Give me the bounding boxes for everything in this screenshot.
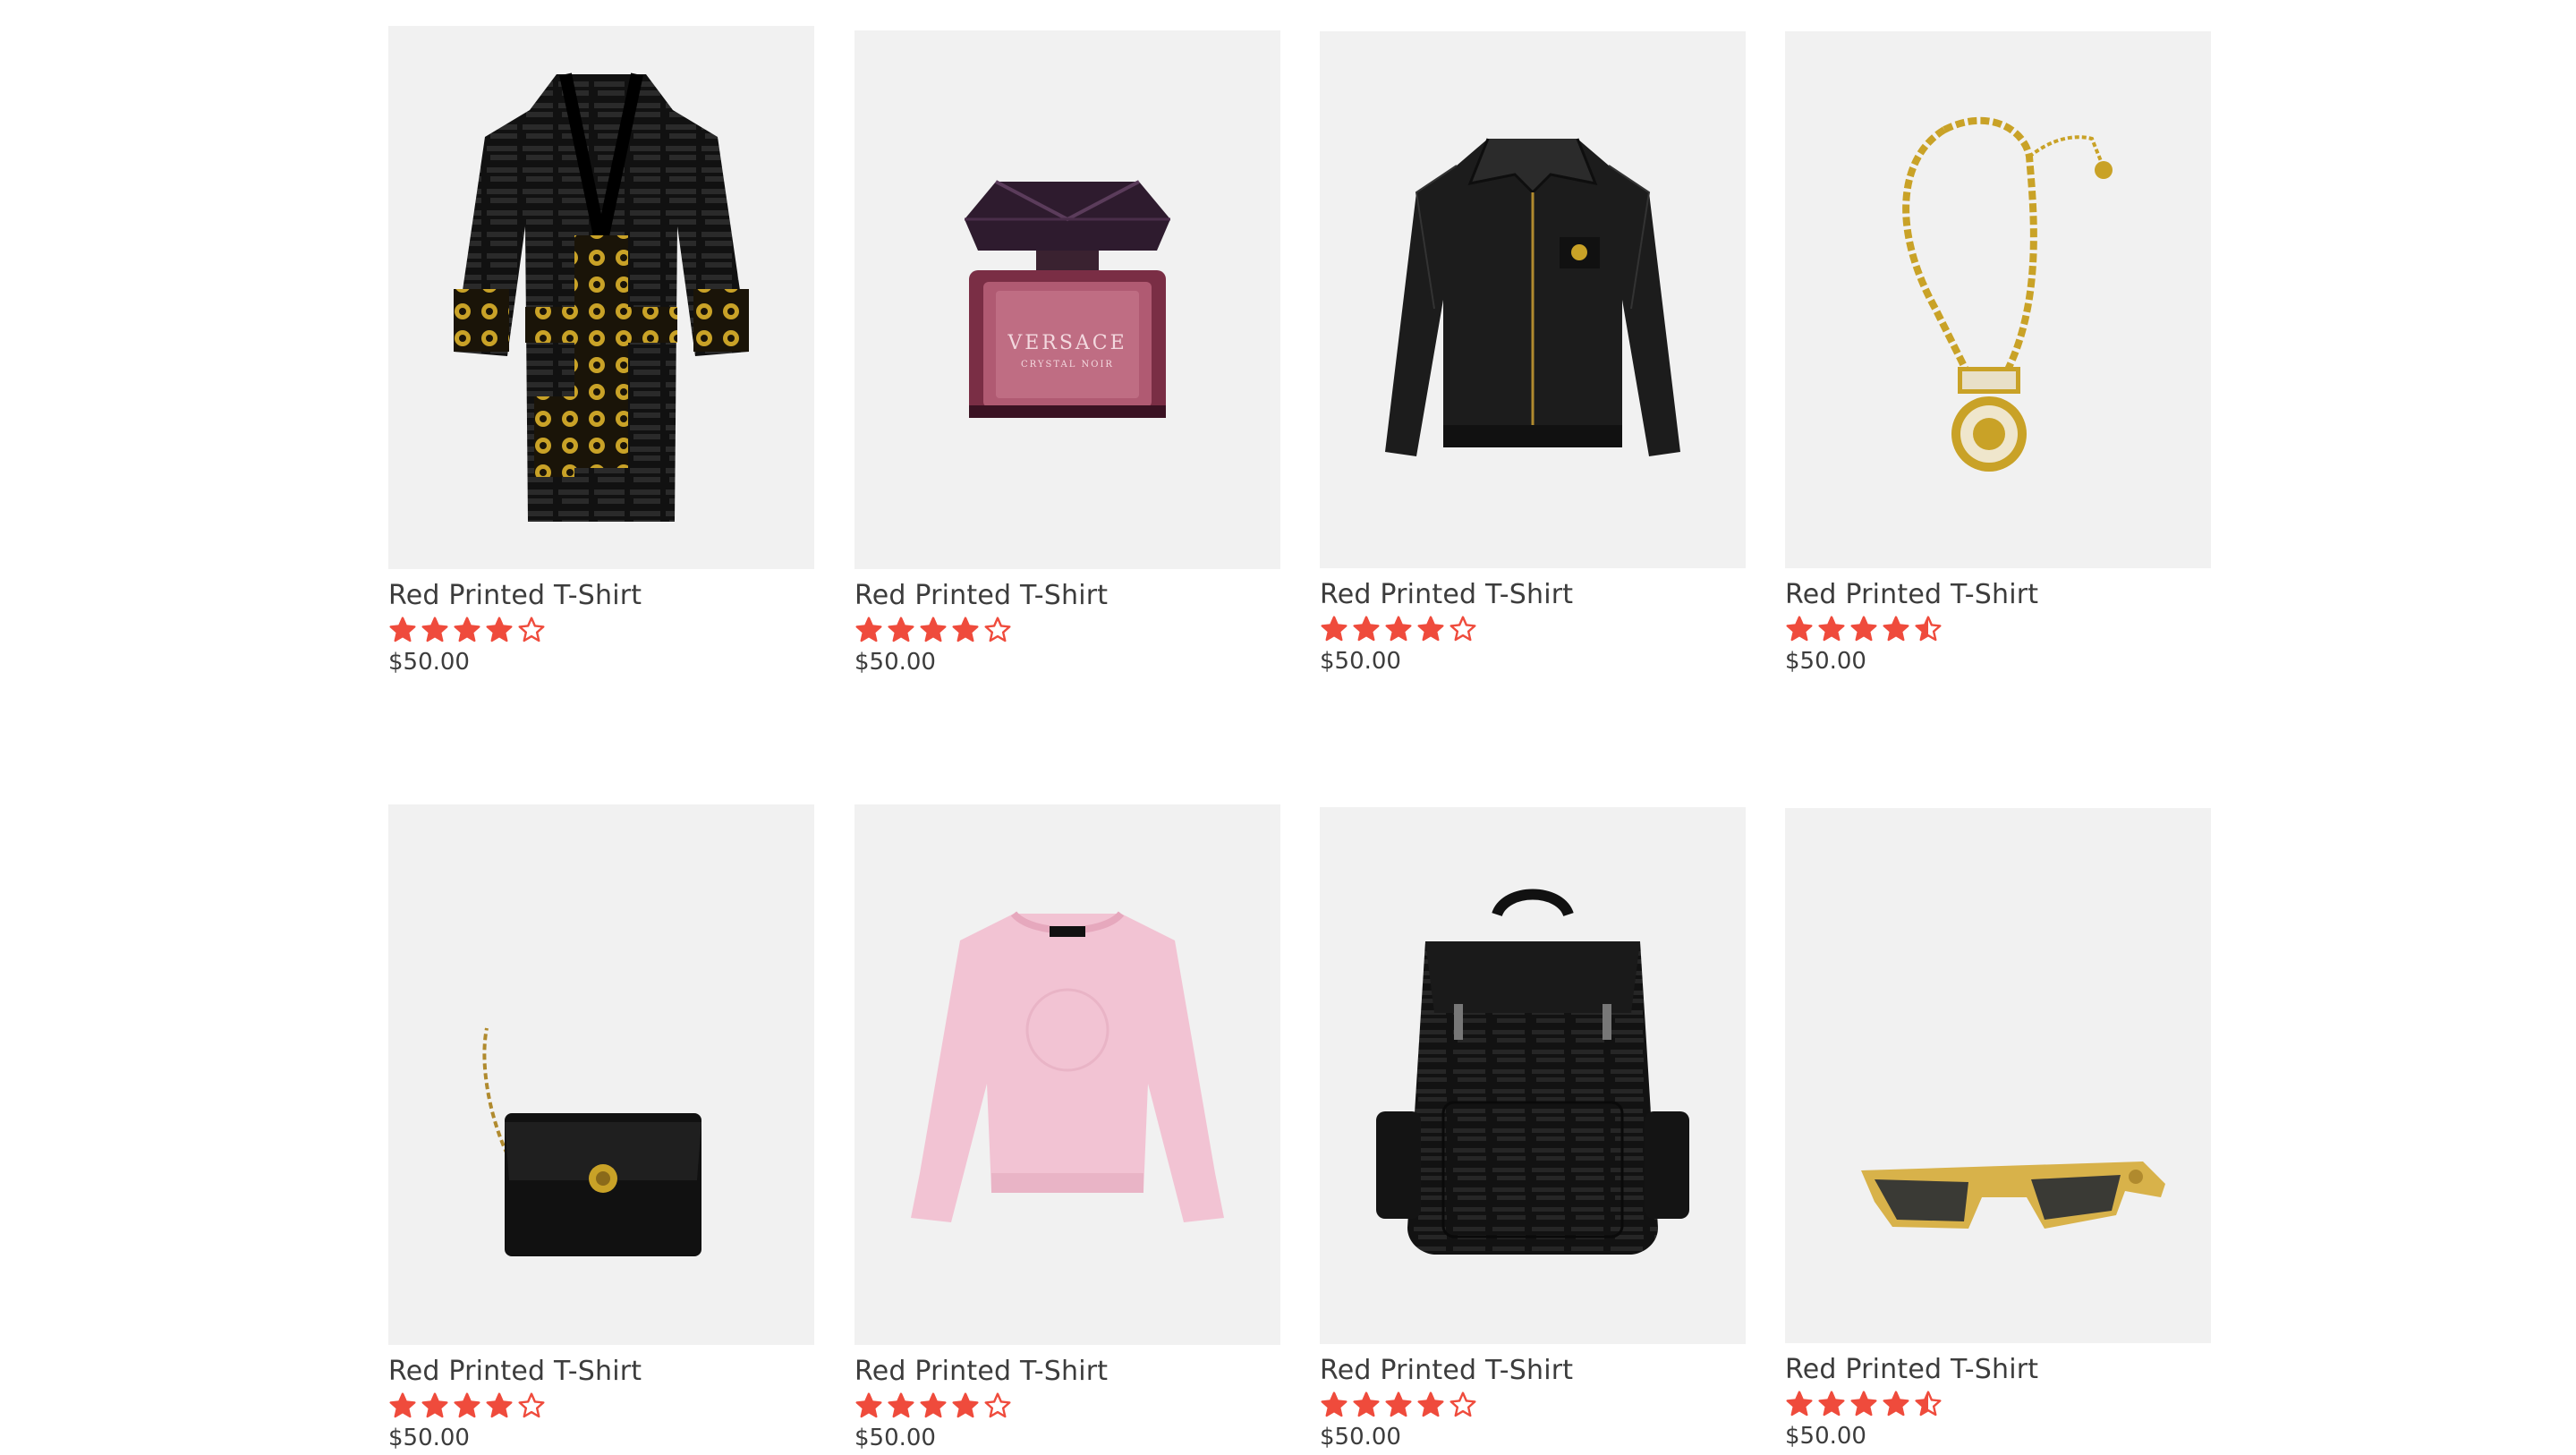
product-name[interactable]: Red Printed T-Shirt: [1320, 579, 1746, 611]
star-filled-icon: [855, 617, 882, 642]
star-filled-icon: [486, 617, 513, 642]
product-name[interactable]: Red Printed T-Shirt: [854, 580, 1280, 612]
star-filled-icon: [1353, 616, 1380, 642]
star-filled-icon: [454, 1392, 480, 1418]
product-price: $50.00: [854, 649, 936, 676]
perfume-image[interactable]: VERSACE CRYSTAL NOIR: [854, 30, 1280, 569]
rating-stars: [388, 614, 814, 646]
star-filled-icon: [1417, 616, 1444, 642]
product-name[interactable]: Red Printed T-Shirt: [388, 580, 814, 612]
leather-jacket-illustration: [1385, 138, 1680, 456]
star-empty-icon: [1450, 1391, 1476, 1417]
star-filled-icon: [920, 1392, 947, 1418]
rating-stars: [854, 614, 1280, 646]
product-price: $50.00: [388, 1425, 470, 1451]
product-card[interactable]: Red Printed T-Shirt $50.00: [1785, 808, 2211, 1452]
product-price: $50.00: [1320, 1424, 1401, 1451]
handbag-illustration: [482, 1027, 701, 1256]
product-card[interactable]: Red Printed T-Shirt $50.00: [854, 804, 1280, 1454]
perfume-illustration: VERSACE CRYSTAL NOIR: [965, 180, 1170, 418]
product-card[interactable]: Red Printed T-Shirt $50.00: [388, 804, 814, 1454]
star-filled-icon: [1353, 1391, 1380, 1417]
rating-stars: [1320, 1389, 1746, 1421]
star-filled-icon: [920, 617, 947, 642]
star-empty-icon: [984, 617, 1011, 642]
star-filled-icon: [389, 1392, 416, 1418]
leather-jacket-image[interactable]: [1320, 31, 1746, 568]
product-price: $50.00: [1785, 648, 1866, 675]
star-filled-icon: [421, 1392, 448, 1418]
star-filled-icon: [952, 1392, 979, 1418]
star-filled-icon: [1321, 616, 1348, 642]
bathrobe-illustration: [454, 72, 749, 522]
handbag-image[interactable]: [388, 804, 814, 1345]
backpack-illustration: [1376, 889, 1689, 1255]
bathrobe-image[interactable]: [388, 26, 814, 569]
star-filled-icon: [389, 617, 416, 642]
star-filled-icon: [1850, 616, 1877, 642]
star-filled-icon: [421, 617, 448, 642]
product-name[interactable]: Red Printed T-Shirt: [1785, 1354, 2211, 1386]
svg-text:VERSACE: VERSACE: [1007, 332, 1126, 354]
star-filled-icon: [1883, 616, 1909, 642]
star-empty-icon: [1450, 616, 1476, 642]
star-filled-icon: [1321, 1391, 1348, 1417]
product-price: $50.00: [1320, 648, 1401, 675]
product-name[interactable]: Red Printed T-Shirt: [388, 1356, 814, 1388]
star-filled-icon: [1883, 1391, 1909, 1417]
star-filled-icon: [855, 1392, 882, 1418]
rating-stars: [388, 1390, 814, 1422]
rating-stars: [854, 1390, 1280, 1422]
product-name[interactable]: Red Printed T-Shirt: [1320, 1355, 1746, 1387]
star-filled-icon: [486, 1392, 513, 1418]
star-filled-icon: [952, 617, 979, 642]
star-filled-icon: [888, 1392, 914, 1418]
product-price: $50.00: [388, 649, 470, 676]
star-filled-icon: [1850, 1391, 1877, 1417]
star-empty-icon: [518, 617, 545, 642]
sunglasses-illustration: [1861, 1161, 2165, 1229]
star-filled-icon: [1417, 1391, 1444, 1417]
rating-stars: [1785, 613, 2211, 645]
star-filled-icon: [1818, 1391, 1845, 1417]
star-half-icon: [1915, 1391, 1942, 1417]
product-card[interactable]: Red Printed T-Shirt $50.00: [388, 26, 814, 678]
product-card[interactable]: VERSACE CRYSTAL NOIR Red Printed T-Shirt…: [854, 30, 1280, 678]
star-empty-icon: [518, 1392, 545, 1418]
product-price: $50.00: [854, 1425, 936, 1451]
star-filled-icon: [1385, 616, 1412, 642]
star-filled-icon: [1385, 1391, 1412, 1417]
product-name[interactable]: Red Printed T-Shirt: [854, 1356, 1280, 1388]
star-half-icon: [1915, 616, 1942, 642]
product-card[interactable]: Red Printed T-Shirt $50.00: [1320, 31, 1746, 677]
product-card[interactable]: Red Printed T-Shirt $50.00: [1320, 807, 1746, 1453]
sweater-image[interactable]: [854, 804, 1280, 1345]
star-filled-icon: [1786, 616, 1813, 642]
star-empty-icon: [984, 1392, 1011, 1418]
sweater-illustration: [911, 911, 1224, 1222]
product-price: $50.00: [1785, 1423, 1866, 1450]
star-filled-icon: [454, 617, 480, 642]
svg-text:CRYSTAL NOIR: CRYSTAL NOIR: [1021, 360, 1114, 370]
necklace-illustration: [1902, 116, 2113, 472]
star-filled-icon: [888, 617, 914, 642]
necklace-image[interactable]: [1785, 31, 2211, 568]
backpack-image[interactable]: [1320, 807, 1746, 1344]
star-filled-icon: [1818, 616, 1845, 642]
rating-stars: [1785, 1388, 2211, 1420]
rating-stars: [1320, 613, 1746, 645]
product-name[interactable]: Red Printed T-Shirt: [1785, 579, 2211, 611]
sunglasses-image[interactable]: [1785, 808, 2211, 1343]
product-card[interactable]: Red Printed T-Shirt $50.00: [1785, 31, 2211, 677]
star-filled-icon: [1786, 1391, 1813, 1417]
